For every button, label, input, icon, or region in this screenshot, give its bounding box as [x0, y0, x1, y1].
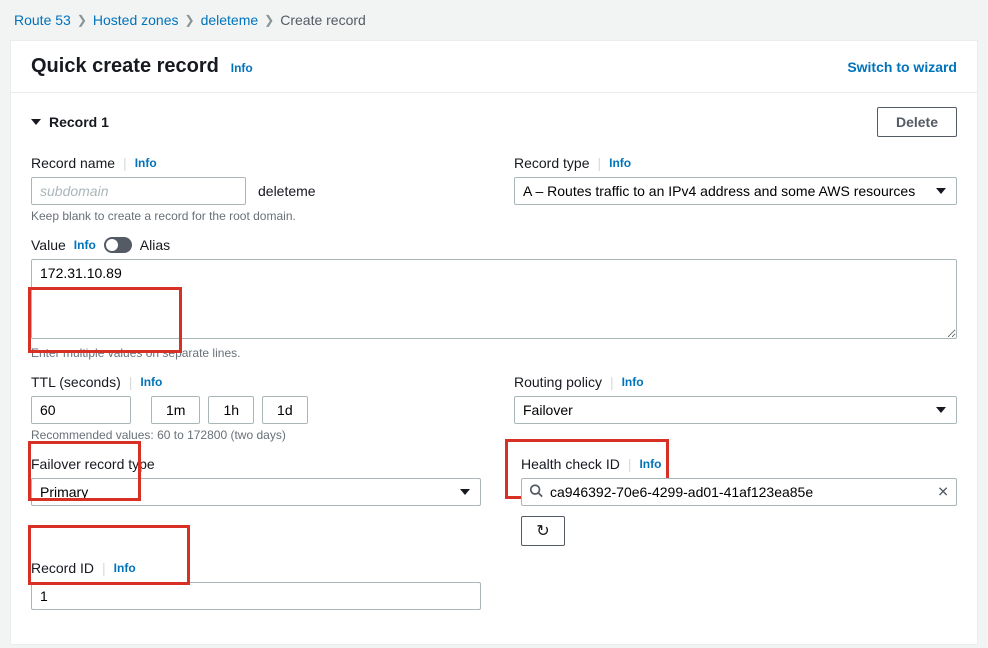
value-label: Value: [31, 237, 66, 253]
chevron-right-icon: ❯: [77, 13, 87, 27]
title-info-link[interactable]: Info: [231, 61, 253, 75]
search-icon: [529, 484, 543, 501]
failover-type-label: Failover record type: [31, 456, 155, 472]
delete-button[interactable]: Delete: [877, 107, 957, 137]
ttl-info-link[interactable]: Info: [140, 375, 162, 389]
breadcrumb-route53[interactable]: Route 53: [14, 12, 71, 28]
health-check-info-link[interactable]: Info: [639, 457, 661, 471]
routing-policy-info-link[interactable]: Info: [622, 375, 644, 389]
breadcrumb-hosted-zones[interactable]: Hosted zones: [93, 12, 179, 28]
value-info-link[interactable]: Info: [74, 238, 96, 252]
breadcrumb-current: Create record: [280, 12, 366, 28]
record-id-label: Record ID: [31, 560, 94, 576]
health-check-label: Health check ID: [521, 456, 620, 472]
panel-body: Record 1 Delete Record name | Info delet…: [11, 93, 977, 644]
record-name-info-link[interactable]: Info: [135, 156, 157, 170]
clear-icon[interactable]: ✕: [937, 484, 949, 501]
refresh-button[interactable]: ↻: [521, 516, 565, 546]
refresh-icon: ↻: [536, 521, 549, 541]
value-textarea[interactable]: [31, 259, 957, 339]
panel-header: Quick create record Info Switch to wizar…: [11, 41, 977, 93]
breadcrumb-zone[interactable]: deleteme: [201, 12, 259, 28]
value-helper: Enter multiple values on separate lines.: [31, 346, 957, 360]
ttl-preset-1m[interactable]: 1m: [151, 396, 200, 424]
health-check-input[interactable]: [521, 478, 957, 506]
routing-policy-label: Routing policy: [514, 374, 602, 390]
alias-label: Alias: [140, 237, 170, 253]
record-type-info-link[interactable]: Info: [609, 156, 631, 170]
record-type-label: Record type: [514, 155, 589, 171]
failover-type-select[interactable]: Primary: [31, 478, 481, 506]
record-name-helper: Keep blank to create a record for the ro…: [31, 209, 474, 223]
breadcrumb: Route 53 ❯ Hosted zones ❯ deleteme ❯ Cre…: [0, 0, 988, 40]
record-name-suffix: deleteme: [258, 183, 316, 199]
record-name-label: Record name: [31, 155, 115, 171]
caret-down-icon[interactable]: [31, 119, 41, 125]
record-id-info-link[interactable]: Info: [114, 561, 136, 575]
ttl-label: TTL (seconds): [31, 374, 121, 390]
alias-toggle[interactable]: [104, 237, 132, 253]
create-record-panel: Quick create record Info Switch to wizar…: [10, 40, 978, 645]
ttl-input[interactable]: [31, 396, 131, 424]
chevron-right-icon: ❯: [264, 13, 274, 27]
page-title: Quick create record: [31, 55, 219, 77]
record-heading: Record 1: [49, 114, 109, 130]
ttl-preset-1h[interactable]: 1h: [208, 396, 254, 424]
record-type-select[interactable]: A – Routes traffic to an IPv4 address an…: [514, 177, 957, 205]
record-id-input[interactable]: [31, 582, 481, 610]
chevron-right-icon: ❯: [185, 13, 195, 27]
record-name-input[interactable]: [31, 177, 246, 205]
ttl-preset-1d[interactable]: 1d: [262, 396, 308, 424]
ttl-helper: Recommended values: 60 to 172800 (two da…: [31, 428, 474, 442]
switch-to-wizard-link[interactable]: Switch to wizard: [847, 59, 957, 75]
routing-policy-select[interactable]: Failover: [514, 396, 957, 424]
